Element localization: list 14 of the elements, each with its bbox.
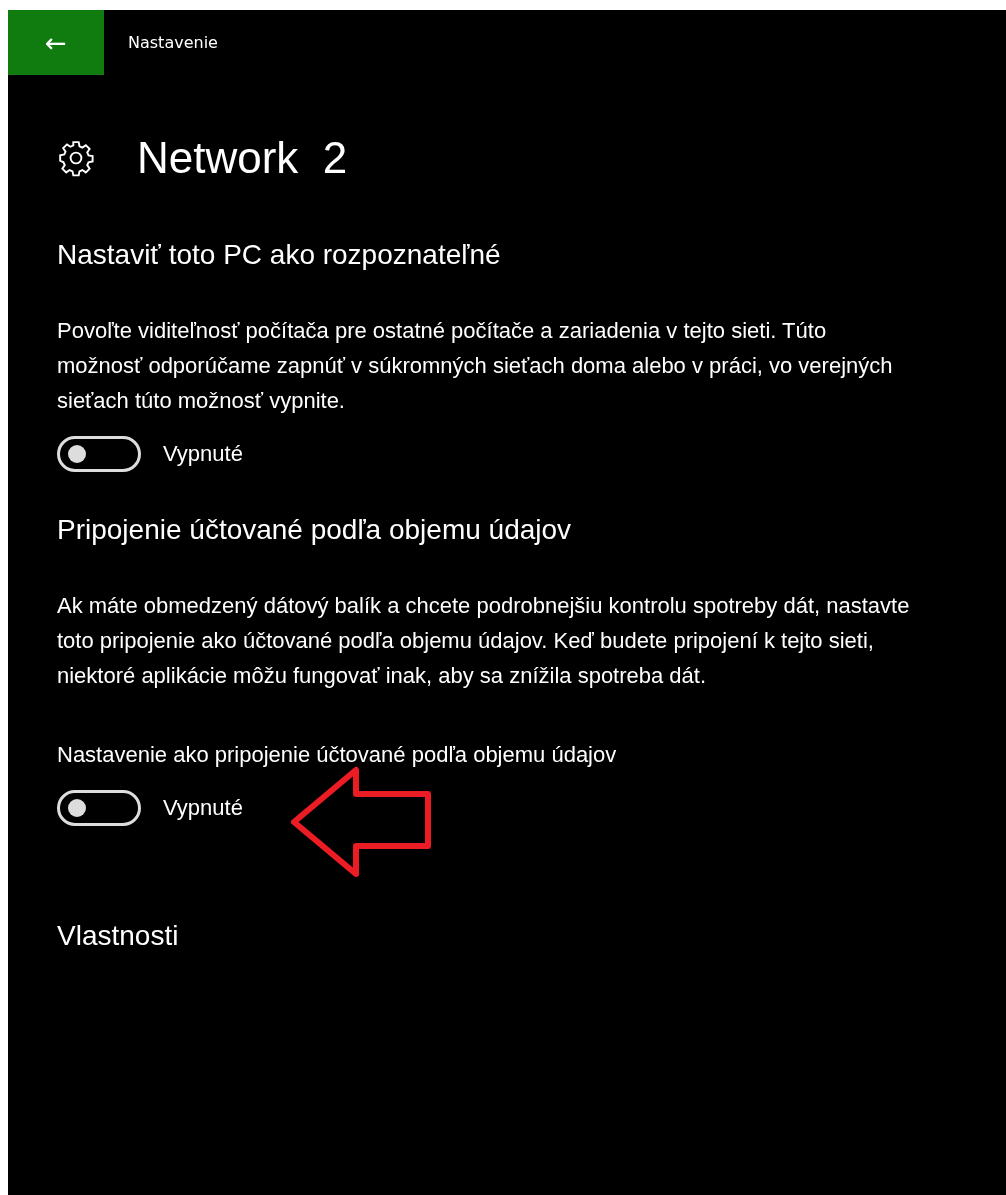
section-heading: Nastaviť toto PC ako rozpoznateľné: [57, 238, 502, 272]
toggle-switch[interactable]: [57, 790, 141, 826]
section-description: Povoľte viditeľnosť počítača pre ostatné počítače a zariadenia v tejto sieti. Túto možnosť odporúčame zapnúť v súkromných sieťach doma alebo v práci, vo verejných sieťach túto možnosť vypnite.: [57, 317, 894, 415]
settings-icon: [57, 139, 95, 177]
toggle-state: Vypnuté: [163, 795, 243, 821]
page-title: Network 2: [137, 133, 348, 183]
toggle-label: Nastavenie ako pripojenie účtované podľa objemu údajov: [57, 741, 618, 769]
toggle-switch[interactable]: [57, 436, 141, 472]
toggle-state: Vypnuté: [163, 441, 243, 467]
back-button[interactable]: ←: [8, 10, 104, 75]
section-heading: Vlastnosti: [57, 919, 180, 953]
section-heading: Pripojenie účtované podľa objemu údajov: [57, 513, 573, 547]
section-description: Ak máte obmedzený dátový balík a chcete podrobnejšiu kontrolu spotreby dát, nastavte toto pripojenie ako účtované podľa objemu údajov. Keď budete pripojení k tejto sieti, niektoré aplikácie môžu fungovať inak, aby sa znížila spotreba dát.: [57, 592, 911, 690]
app-title: Nastavenie: [128, 33, 218, 52]
